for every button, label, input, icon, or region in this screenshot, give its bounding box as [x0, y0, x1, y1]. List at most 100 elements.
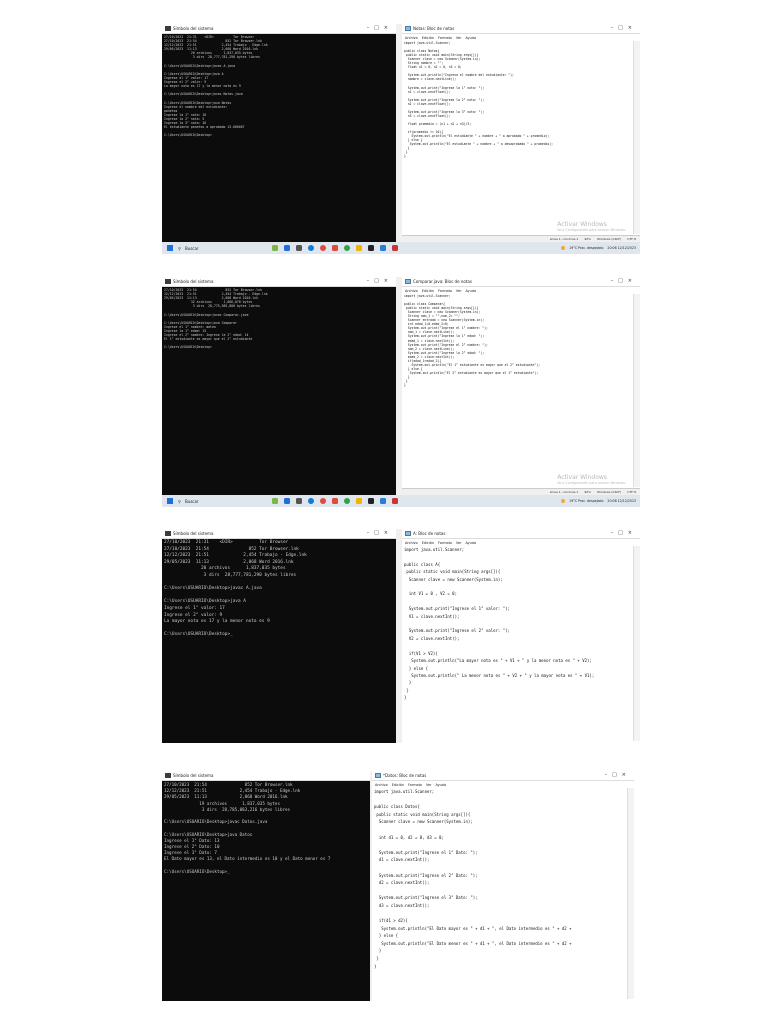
menu-item-ayuda[interactable]: Ayuda — [436, 783, 446, 787]
notepad-code[interactable]: import java.util.Scanner; public class A… — [402, 546, 632, 741]
taskbar-search[interactable]: ⚲ Buscar — [178, 246, 228, 251]
status-segment: UTF-8 — [627, 237, 636, 241]
vertical-scrollbar[interactable] — [633, 294, 640, 487]
app-icon[interactable] — [332, 245, 338, 251]
text-line: Scanner clave = new Scanner(System.in); — [404, 576, 503, 582]
cmd-title-bar[interactable]: Símbolo del sistema –□× — [162, 529, 396, 539]
menu-item-edición[interactable]: Edición — [392, 783, 404, 787]
menu-item-formato[interactable]: Formato — [438, 36, 452, 40]
screenshot-2: Símbolo del sistema –□× 27/10/2023 21:54 … — [162, 277, 640, 507]
menu-item-edición[interactable]: Edición — [422, 36, 434, 40]
file-explorer-icon[interactable] — [284, 245, 290, 251]
text-line: } — [374, 948, 382, 954]
notepad-window[interactable]: Comparar.java: Bloc de notas –□× Archivo E… — [402, 277, 640, 495]
task-view-icon[interactable] — [296, 498, 302, 504]
cmd-icon — [165, 279, 171, 284]
notepad-code[interactable]: import java.util.Scanner; public class N… — [402, 41, 632, 234]
notepad-menu[interactable]: Archivo Edición Formato Ver Ayuda — [402, 539, 640, 546]
taskbar-search[interactable]: ⚲ Buscar — [178, 499, 228, 504]
notepad-taskbar-icon[interactable] — [380, 245, 386, 251]
taskbar-apps[interactable] — [272, 245, 398, 251]
notepad-title-bar[interactable]: A: Bloc de notas –□× — [402, 529, 640, 539]
notepad-title-bar[interactable]: *Datos: Bloc de notas –□× — [372, 771, 634, 781]
menu-item-archivo[interactable]: Archivo — [405, 36, 418, 40]
start-button[interactable] — [167, 498, 173, 504]
edge-icon[interactable] — [308, 245, 314, 251]
folder-icon[interactable] — [356, 498, 362, 504]
whatsapp-icon[interactable] — [344, 498, 350, 504]
taskbar-apps[interactable] — [272, 498, 398, 504]
cmd-window[interactable]: Símbolo del sistema 27/10/2023 21:54 852… — [162, 771, 370, 1001]
terminal-icon[interactable] — [368, 245, 374, 251]
file-explorer-icon[interactable] — [284, 498, 290, 504]
system-tray[interactable]: 19°C Prac. despejado 20:08 12/12/2023 — [561, 499, 636, 503]
notepad-menu[interactable]: Archivo Edición Formato Ver Ayuda — [402, 287, 640, 294]
folder-icon[interactable] — [356, 245, 362, 251]
window-controls[interactable]: –□× — [367, 530, 393, 536]
terminal-icon[interactable] — [368, 498, 374, 504]
notepad-window[interactable]: Notas: Bloc de notas –□× Archivo Edición Fo… — [402, 24, 640, 242]
notepad-window[interactable]: *Datos: Bloc de notas –□× Archivo Edición F… — [372, 771, 634, 1001]
menu-item-archivo[interactable]: Archivo — [405, 541, 418, 545]
menu-item-formato[interactable]: Formato — [438, 541, 452, 545]
whatsapp-icon[interactable] — [344, 245, 350, 251]
start-button[interactable] — [167, 245, 173, 251]
vertical-scrollbar[interactable] — [633, 546, 640, 741]
menu-item-archivo[interactable]: Archivo — [405, 289, 418, 293]
text-line — [374, 864, 626, 872]
chrome-icon[interactable] — [320, 498, 326, 504]
notepad-menu[interactable]: Archivo Edición Formato Ver Ayuda — [402, 34, 640, 41]
menu-item-formato[interactable]: Formato — [408, 783, 422, 787]
text-line: } else { — [374, 933, 399, 939]
notepad-code[interactable]: import java.util.Scanner; public class D… — [372, 788, 626, 999]
task-view-icon[interactable] — [296, 245, 302, 251]
media-icon[interactable] — [392, 498, 398, 504]
edge-icon[interactable] — [308, 498, 314, 504]
vertical-scrollbar[interactable] — [633, 41, 640, 234]
window-controls[interactable]: –□× — [611, 25, 637, 31]
system-tray[interactable]: 19°C Prac. despejado 20:06 12/12/2023 — [561, 246, 636, 250]
menu-item-ayuda[interactable]: Ayuda — [466, 36, 476, 40]
notepad-taskbar-icon[interactable] — [380, 498, 386, 504]
cmd-window[interactable]: Símbolo del sistema –□× 27/10/2023 21:31 … — [162, 24, 396, 242]
cmd-title-bar[interactable]: Símbolo del sistema — [162, 771, 370, 781]
text-line: } — [404, 154, 406, 159]
clock[interactable]: 20:08 12/12/2023 — [607, 499, 636, 503]
menu-item-edición[interactable]: Edición — [422, 541, 434, 545]
app-icon[interactable] — [332, 498, 338, 504]
window-controls[interactable]: –□× — [605, 772, 631, 778]
widgets-icon[interactable] — [272, 498, 278, 504]
text-line: if(V1 > V2){ — [404, 650, 438, 656]
notepad-window[interactable]: A: Bloc de notas –□× Archivo Edición Format… — [402, 529, 640, 743]
weather-text: 19°C Prac. despejado — [569, 499, 604, 503]
media-icon[interactable] — [392, 245, 398, 251]
menu-item-ayuda[interactable]: Ayuda — [466, 289, 476, 293]
notepad-code[interactable]: import java.util.Scanner; public class C… — [402, 294, 632, 487]
window-controls[interactable]: –□× — [367, 278, 393, 284]
cmd-window[interactable]: Símbolo del sistema –□× 27/10/2023 21:31 … — [162, 529, 396, 743]
menu-item-edición[interactable]: Edición — [422, 289, 434, 293]
notepad-title-bar[interactable]: Notas: Bloc de notas –□× — [402, 24, 640, 34]
cmd-window[interactable]: Símbolo del sistema –□× 27/10/2023 21:54 … — [162, 277, 396, 495]
window-controls[interactable]: –□× — [611, 530, 637, 536]
menu-item-formato[interactable]: Formato — [438, 289, 452, 293]
cmd-title-bar[interactable]: Símbolo del sistema –□× — [162, 24, 396, 34]
clock[interactable]: 20:06 12/12/2023 — [607, 246, 636, 250]
cmd-title-bar[interactable]: Símbolo del sistema –□× — [162, 277, 396, 287]
widgets-icon[interactable] — [272, 245, 278, 251]
menu-item-ayuda[interactable]: Ayuda — [466, 541, 476, 545]
text-line: La mayor nota es 17 y la menor nota es 9 — [164, 619, 270, 625]
menu-item-archivo[interactable]: Archivo — [375, 783, 388, 787]
menu-item-ver[interactable]: Ver — [426, 783, 432, 787]
menu-item-ver[interactable]: Ver — [456, 36, 462, 40]
vertical-scrollbar[interactable] — [627, 788, 634, 999]
notepad-icon — [375, 773, 381, 778]
window-controls[interactable]: –□× — [611, 278, 637, 284]
status-segment: Línea 1, columna 1 — [549, 490, 579, 494]
menu-item-ver[interactable]: Ver — [456, 289, 462, 293]
notepad-title-bar[interactable]: Comparar.java: Bloc de notas –□× — [402, 277, 640, 287]
menu-item-ver[interactable]: Ver — [456, 541, 462, 545]
window-controls[interactable]: –□× — [367, 25, 393, 31]
chrome-icon[interactable] — [320, 245, 326, 251]
notepad-menu[interactable]: Archivo Edición Formato Ver Ayuda — [372, 781, 634, 788]
